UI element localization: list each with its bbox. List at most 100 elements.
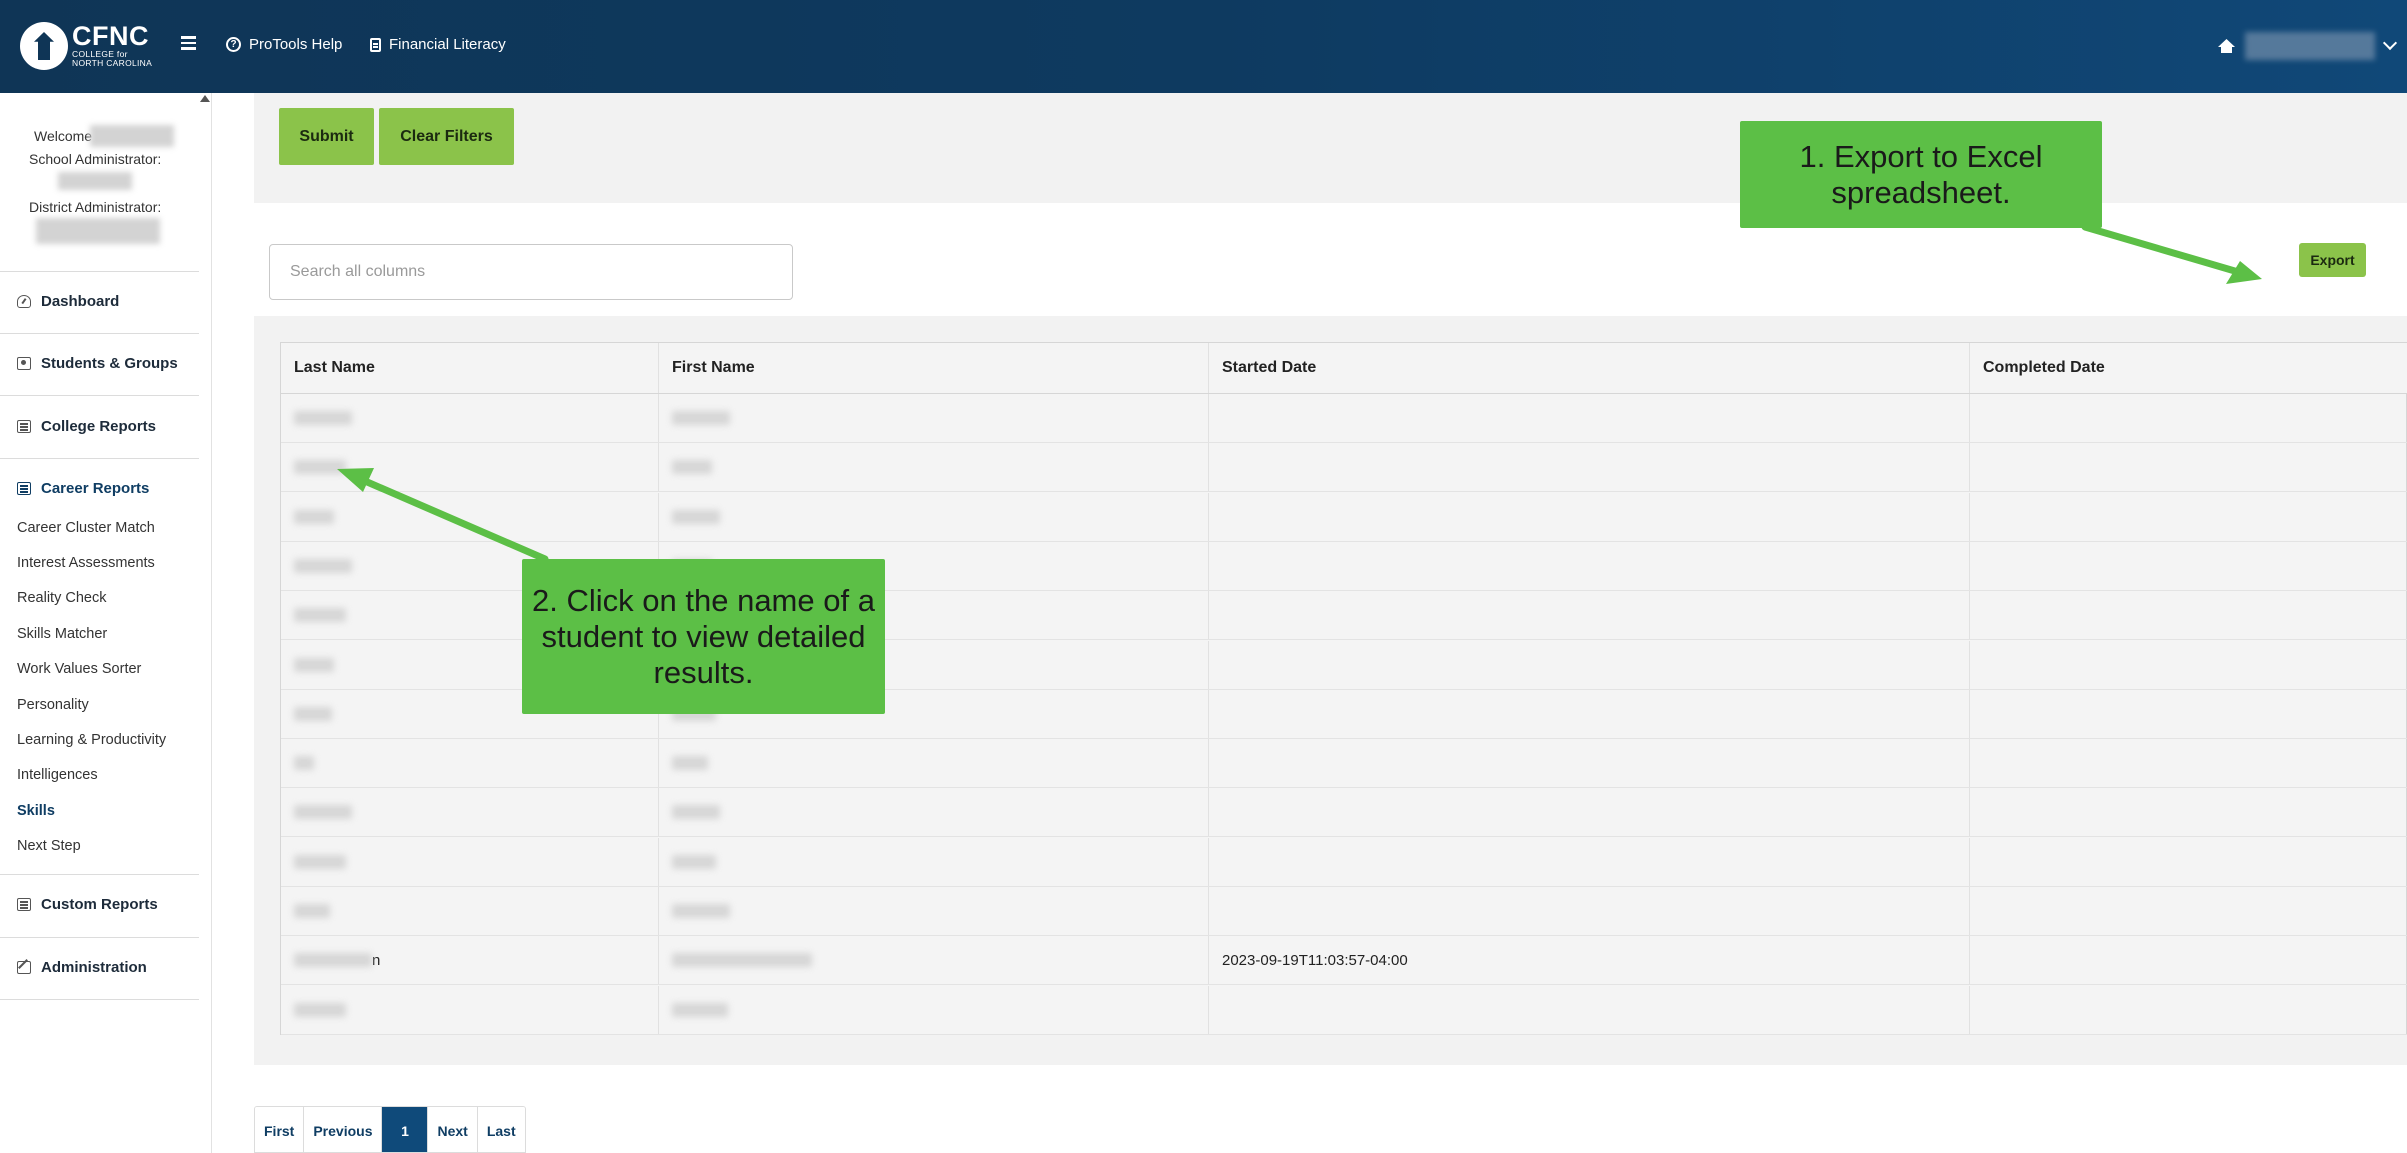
subitem-learning-productivity[interactable]: Learning & Productivity [17, 732, 166, 748]
started-date-cell [1209, 837, 1970, 886]
first-name-cell[interactable] [659, 492, 1209, 541]
first-name-cell[interactable] [659, 788, 1209, 837]
sidebar-item-label: Administration [41, 959, 147, 976]
sidebar-item-career-reports[interactable]: Career Reports [17, 480, 149, 497]
table-row[interactable] [281, 443, 2407, 493]
started-date-cell [1209, 394, 1970, 442]
subitem-skills[interactable]: Skills [17, 803, 55, 819]
sidebar-item-college-reports[interactable]: College Reports [17, 418, 156, 435]
subitem-next-step[interactable]: Next Step [17, 838, 81, 854]
brand-logo[interactable]: CFNC COLLEGE for NORTH CAROLINA [72, 22, 152, 68]
submit-button[interactable]: Submit [279, 108, 374, 165]
student-first-name-redacted[interactable] [672, 953, 812, 968]
sidebar-item-custom-reports[interactable]: Custom Reports [17, 896, 158, 913]
subitem-reality-check[interactable]: Reality Check [17, 590, 106, 606]
export-button[interactable]: Export [2299, 243, 2366, 277]
subitem-interest-assessments[interactable]: Interest Assessments [17, 555, 155, 571]
completed-date-cell [1970, 542, 2407, 590]
student-last-name-redacted[interactable] [294, 608, 346, 623]
page-last-button[interactable]: Last [477, 1107, 525, 1152]
sidebar-item-dashboard[interactable]: Dashboard [17, 293, 119, 310]
last-name-cell[interactable] [281, 887, 659, 935]
sidebar-item-administration[interactable]: Administration [17, 959, 147, 976]
student-first-name-redacted[interactable] [672, 904, 730, 918]
clear-filters-button[interactable]: Clear Filters [379, 108, 514, 165]
last-name-cell[interactable] [281, 985, 659, 1034]
student-last-name-redacted[interactable] [294, 657, 334, 672]
student-first-name-redacted[interactable] [672, 460, 712, 475]
student-first-name-redacted[interactable] [672, 756, 708, 771]
student-first-name-redacted[interactable] [672, 509, 720, 524]
first-name-cell[interactable] [659, 837, 1209, 886]
export-arrow-head [2226, 261, 2262, 284]
column-header-started-date[interactable]: Started Date [1209, 343, 1970, 393]
lighthouse-icon[interactable] [20, 22, 68, 70]
subitem-skills-matcher[interactable]: Skills Matcher [17, 626, 107, 642]
column-header-completed-date[interactable]: Completed Date [1970, 343, 2407, 393]
completed-date-cell [1970, 394, 2407, 442]
page-first-button[interactable]: First [255, 1107, 305, 1152]
sidebar-item-students-groups[interactable]: Students & Groups [17, 355, 178, 372]
hamburger-icon[interactable] [181, 36, 196, 50]
student-first-name-redacted[interactable] [672, 411, 730, 425]
student-last-name-redacted[interactable] [294, 953, 372, 968]
page-previous-button[interactable]: Previous [304, 1107, 383, 1152]
protools-help-link[interactable]: ? ProTools Help [226, 36, 342, 53]
first-name-cell[interactable] [659, 739, 1209, 788]
started-date-cell [1209, 591, 1970, 640]
last-name-cell[interactable] [281, 739, 659, 788]
student-first-name-redacted[interactable] [672, 854, 716, 869]
page-next-button[interactable]: Next [428, 1107, 478, 1152]
export-arrow [2081, 223, 2249, 278]
last-name-cell[interactable] [281, 492, 659, 541]
school-admin-label: School Administrator: [29, 151, 162, 167]
last-name-cell[interactable] [281, 394, 659, 442]
student-last-name-redacted[interactable] [294, 756, 314, 771]
completed-date-cell [1970, 690, 2407, 738]
column-header-first-name[interactable]: First Name [659, 343, 1209, 393]
last-name-cell[interactable]: n [281, 936, 659, 985]
table-row[interactable] [281, 887, 2407, 936]
table-row[interactable] [281, 394, 2407, 443]
table-row[interactable] [281, 837, 2407, 887]
brand-name: CFNC [72, 21, 149, 51]
first-name-cell[interactable] [659, 394, 1209, 442]
first-name-cell[interactable] [659, 936, 1209, 985]
table-row[interactable] [281, 492, 2407, 542]
table-row[interactable]: n 2023-09-19T11:03:57-04:00 [281, 936, 2407, 986]
search-input[interactable] [269, 244, 793, 300]
student-last-name-redacted[interactable] [294, 854, 346, 869]
table-row[interactable] [281, 788, 2407, 838]
student-last-name-redacted[interactable] [294, 558, 352, 573]
home-icon [2218, 39, 2235, 53]
last-name-cell[interactable] [281, 788, 659, 837]
financial-literacy-link[interactable]: Financial Literacy [370, 36, 506, 53]
last-name-cell[interactable] [281, 443, 659, 492]
first-name-cell[interactable] [659, 887, 1209, 935]
subitem-work-values-sorter[interactable]: Work Values Sorter [17, 661, 141, 677]
started-date-cell [1209, 541, 1970, 590]
student-first-name-redacted[interactable] [672, 805, 720, 820]
student-first-name-redacted[interactable] [672, 1002, 728, 1017]
question-circle-icon: ? [226, 37, 241, 52]
page-current-button[interactable]: 1 [382, 1107, 429, 1152]
student-last-name-redacted[interactable] [294, 805, 352, 820]
last-name-cell[interactable] [281, 837, 659, 886]
student-last-name-redacted[interactable] [294, 904, 330, 918]
student-last-name-redacted[interactable] [294, 509, 334, 524]
scroll-up-arrow[interactable] [200, 95, 210, 102]
school-selector[interactable] [2218, 32, 2398, 60]
table-row[interactable] [281, 985, 2407, 1035]
subitem-career-cluster-match[interactable]: Career Cluster Match [17, 520, 155, 536]
first-name-cell[interactable] [659, 443, 1209, 492]
table-row[interactable] [281, 739, 2407, 789]
first-name-cell[interactable] [659, 985, 1209, 1034]
last-name-text[interactable]: n [372, 952, 380, 969]
student-last-name-redacted[interactable] [294, 1002, 346, 1017]
student-last-name-redacted[interactable] [294, 706, 332, 721]
subitem-personality[interactable]: Personality [17, 697, 89, 713]
student-last-name-redacted[interactable] [294, 460, 346, 475]
column-header-last-name[interactable]: Last Name [281, 343, 659, 393]
student-last-name-redacted[interactable] [294, 411, 352, 425]
subitem-intelligences[interactable]: Intelligences [17, 767, 98, 783]
